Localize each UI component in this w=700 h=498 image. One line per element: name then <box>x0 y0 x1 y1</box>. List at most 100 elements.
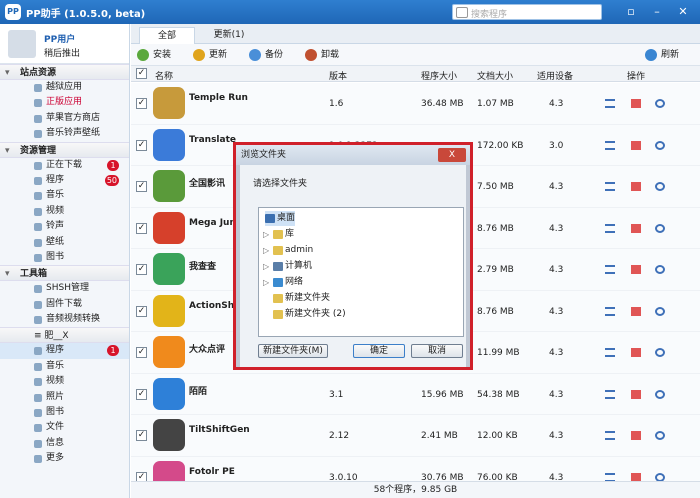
update-button[interactable]: 更新 <box>193 48 227 62</box>
list-icon[interactable] <box>605 389 615 399</box>
trash-icon[interactable] <box>631 140 641 150</box>
trash-icon[interactable] <box>631 389 641 399</box>
trash-icon[interactable] <box>631 223 641 233</box>
sidebar-item-ringtones[interactable]: 音乐铃声壁纸 <box>0 126 129 141</box>
trash-icon[interactable] <box>631 265 641 274</box>
list-icon[interactable] <box>605 348 615 357</box>
dialog-close-button[interactable]: X <box>438 148 466 162</box>
magnifier-icon[interactable] <box>655 99 665 108</box>
sidebar-item-books[interactable]: 图书 <box>0 250 129 265</box>
list-icon[interactable] <box>605 140 615 150</box>
device-item-music[interactable]: 音乐 <box>0 359 129 374</box>
sidebar-item-ringtone[interactable]: 铃声 <box>0 219 129 234</box>
trash-icon[interactable] <box>631 182 641 191</box>
magnifier-icon[interactable] <box>655 389 665 399</box>
expand-icon[interactable]: ▷ <box>263 259 271 274</box>
sidebar-item-wallpaper[interactable]: 壁纸 <box>0 235 129 250</box>
row-checkbox[interactable]: ✓ <box>136 471 147 481</box>
sidebar-item-shsh[interactable]: SHSH管理 <box>0 281 129 296</box>
magnifier-icon[interactable] <box>655 265 665 274</box>
row-checkbox[interactable]: ✓ <box>136 222 147 234</box>
settings-icon[interactable]: ▫ <box>622 3 640 20</box>
select-all-checkbox[interactable]: ✓ <box>136 68 147 79</box>
col-app-size[interactable]: 程序大小 <box>421 69 457 82</box>
refresh-button[interactable]: 刷新 <box>645 48 679 62</box>
magnifier-icon[interactable] <box>655 223 665 233</box>
sidebar-item-apps[interactable]: 程序 50 <box>0 173 129 188</box>
device-item-video[interactable]: 视频 <box>0 374 129 389</box>
sidebar-item-jailbreak[interactable]: 越狱应用 <box>0 80 129 95</box>
tab-updates[interactable]: 更新(1) <box>201 27 257 44</box>
device-item-books[interactable]: 图书 <box>0 405 129 420</box>
table-row[interactable]: ✓ TiltShiftGen 2.12 2.41 MB 12.00 KB 4.3 <box>131 415 700 457</box>
trash-icon[interactable] <box>631 431 641 440</box>
tree-node-admin[interactable]: admin <box>273 243 313 258</box>
list-icon[interactable] <box>605 265 615 274</box>
list-icon[interactable] <box>605 223 615 233</box>
magnifier-icon[interactable] <box>655 431 665 440</box>
row-checkbox[interactable]: ✓ <box>136 98 147 109</box>
sidebar-item-downloading[interactable]: 正在下载 1 <box>0 158 129 173</box>
sidebar-item-music[interactable]: 音乐 <box>0 188 129 203</box>
trash-icon[interactable] <box>631 472 641 481</box>
table-row[interactable]: ✓ Fotolr PE 3.0.10 30.76 MB 76.00 KB 4.3 <box>131 456 700 481</box>
ok-button[interactable]: 确定 <box>353 344 405 358</box>
magnifier-icon[interactable] <box>655 348 665 357</box>
sidebar-item-appstore[interactable]: 苹果官方商店 <box>0 111 129 126</box>
tree-node-desktop[interactable]: 桌面 <box>265 211 296 226</box>
uninstall-button[interactable]: 卸载 <box>305 48 339 62</box>
tree-node-library[interactable]: 库 <box>273 227 294 242</box>
device-item-more[interactable]: 更多 <box>0 451 129 466</box>
col-name[interactable]: 名称 <box>155 69 173 82</box>
magnifier-icon[interactable] <box>655 306 665 316</box>
device-item-messages[interactable]: 信息 <box>0 436 129 451</box>
row-checkbox[interactable]: ✓ <box>136 181 147 192</box>
row-checkbox[interactable]: ✓ <box>136 305 147 317</box>
sidebar-item-firmware[interactable]: 固件下载 <box>0 297 129 312</box>
col-version[interactable]: 版本 <box>329 69 347 82</box>
new-folder-button[interactable]: 新建文件夹(M) <box>258 344 328 358</box>
tree-node-new-folder[interactable]: 新建文件夹 <box>273 291 330 306</box>
logout-link[interactable]: 稍后推出 <box>44 46 80 59</box>
close-button[interactable]: ✕ <box>674 3 692 20</box>
list-icon[interactable] <box>605 431 615 440</box>
row-checkbox[interactable]: ✓ <box>136 264 147 275</box>
table-row[interactable]: ✓ 陌陌 3.1 15.96 MB 54.38 MB 4.3 <box>131 373 700 415</box>
expand-icon[interactable]: ▷ <box>263 275 271 290</box>
section-toolbox[interactable]: 工具箱 <box>0 265 129 282</box>
expand-icon[interactable]: ▷ <box>263 243 271 258</box>
device-header[interactable]: ≡ 肥__X <box>0 327 129 344</box>
sidebar-item-video[interactable]: 视频 <box>0 204 129 219</box>
cancel-button[interactable]: 取消 <box>411 344 463 358</box>
sidebar-item-converter[interactable]: 音频视频转换 <box>0 312 129 327</box>
tab-all[interactable]: 全部 <box>139 27 195 44</box>
list-icon[interactable] <box>605 99 615 108</box>
magnifier-icon[interactable] <box>655 472 665 481</box>
list-icon[interactable] <box>605 182 615 191</box>
tree-node-network[interactable]: 网络 <box>273 275 303 290</box>
row-checkbox[interactable]: ✓ <box>136 388 147 400</box>
col-doc-size[interactable]: 文档大小 <box>477 69 513 82</box>
section-resource-mgmt[interactable]: 资源管理 <box>0 141 129 159</box>
device-item-files[interactable]: 文件 <box>0 420 129 435</box>
backup-button[interactable]: 备份 <box>249 48 283 62</box>
list-icon[interactable] <box>605 306 615 316</box>
row-checkbox[interactable]: ✓ <box>136 347 147 358</box>
trash-icon[interactable] <box>631 99 641 108</box>
row-checkbox[interactable]: ✓ <box>136 430 147 441</box>
tree-node-new-folder-2[interactable]: 新建文件夹 (2) <box>273 307 346 322</box>
device-item-photos[interactable]: 照片 <box>0 390 129 405</box>
col-device[interactable]: 适用设备 <box>537 69 573 82</box>
list-icon[interactable] <box>605 472 615 481</box>
table-row[interactable]: ✓ Temple Run 1.6 36.48 MB 1.07 MB 4.3 <box>131 83 700 125</box>
expand-icon[interactable]: ▷ <box>263 227 271 242</box>
install-button[interactable]: 安装 <box>137 48 171 62</box>
avatar[interactable] <box>8 30 36 58</box>
device-item-apps[interactable]: 程序 1 <box>0 343 129 359</box>
minimize-button[interactable]: – <box>648 3 666 20</box>
sidebar-item-genuine[interactable]: 正版应用 <box>0 95 129 110</box>
trash-icon[interactable] <box>631 348 641 357</box>
magnifier-icon[interactable] <box>655 140 665 150</box>
tree-node-computer[interactable]: 计算机 <box>273 259 312 274</box>
section-site-resources[interactable]: 站点资源 <box>0 64 129 81</box>
